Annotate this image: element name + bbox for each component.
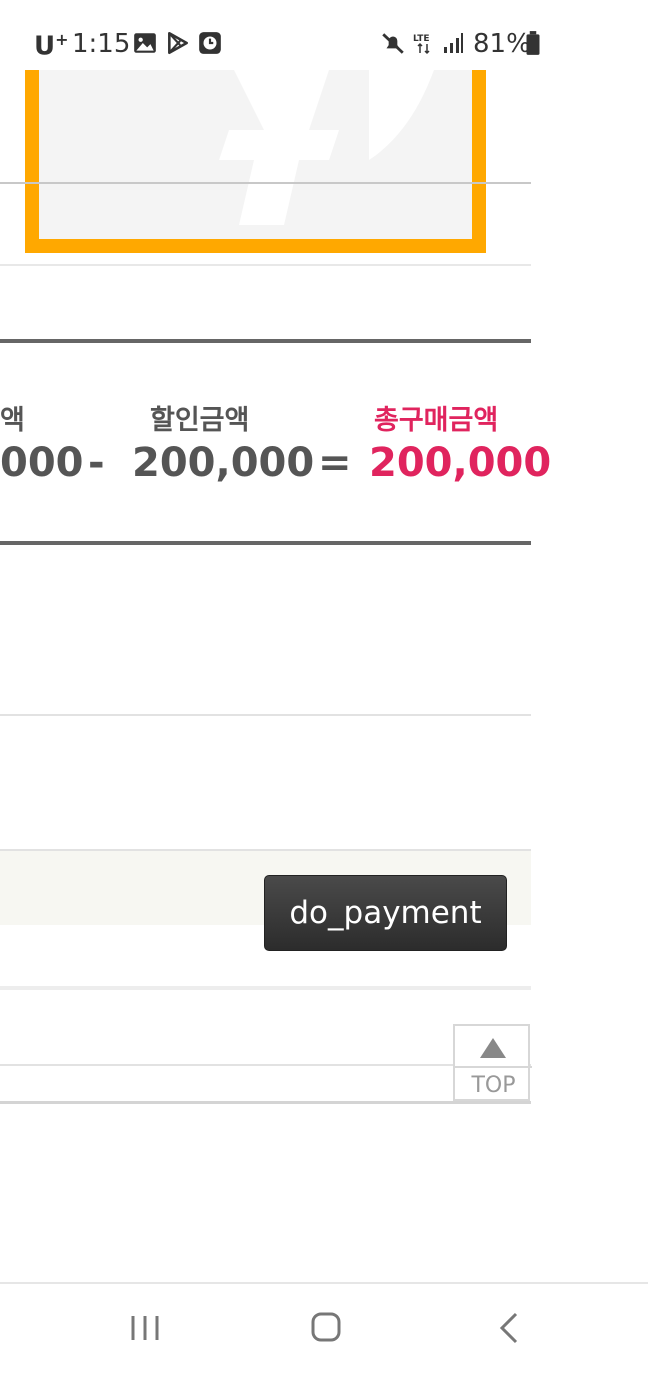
summary-bottom-border: [0, 541, 531, 545]
recents-button[interactable]: [105, 1284, 185, 1370]
price-label: 액: [0, 405, 25, 436]
clock-app-icon: [199, 32, 221, 54]
mute-icon: [382, 33, 404, 54]
status-time: 1:15: [72, 29, 131, 59]
carrier-label: U+: [34, 30, 69, 62]
total-label: 총구매금액: [374, 405, 499, 436]
home-icon: [311, 1312, 341, 1342]
price-value: 000: [0, 440, 84, 486]
divider: [0, 986, 531, 990]
status-bar: U+ 1:15 LTE 81%: [0, 0, 648, 80]
battery-percent: 81%: [473, 29, 531, 59]
product-image-frame: [25, 70, 486, 253]
top-label: TOP: [471, 1073, 516, 1098]
scroll-top-button[interactable]: TOP: [453, 1024, 532, 1101]
divider: [0, 182, 531, 184]
discount-value: 200,000: [132, 440, 315, 486]
product-image: [219, 70, 434, 225]
arrow-up-icon: [480, 1038, 506, 1058]
svg-text:LTE: LTE: [413, 34, 430, 44]
recents-icon: [131, 1316, 159, 1340]
equals-sign: =: [318, 440, 352, 486]
divider: [0, 1064, 531, 1066]
gallery-icon: [134, 33, 156, 53]
payment-button[interactable]: do_payment: [264, 875, 507, 951]
lte-icon: LTE: [413, 34, 430, 55]
minus-sign: -: [88, 440, 105, 486]
navigation-bar: [0, 1282, 648, 1370]
back-button[interactable]: [468, 1284, 548, 1370]
divider: [0, 714, 531, 716]
play-store-icon: [168, 31, 188, 55]
home-button[interactable]: [286, 1284, 366, 1370]
divider: [455, 1066, 532, 1068]
total-value: 200,000: [369, 440, 552, 486]
signal-icon: [444, 33, 463, 53]
divider: [0, 264, 531, 266]
summary-top-border: [0, 339, 531, 343]
divider: [0, 1101, 531, 1104]
discount-label: 할인금액: [150, 405, 250, 436]
back-icon: [499, 1312, 518, 1344]
battery-icon: [526, 31, 540, 55]
